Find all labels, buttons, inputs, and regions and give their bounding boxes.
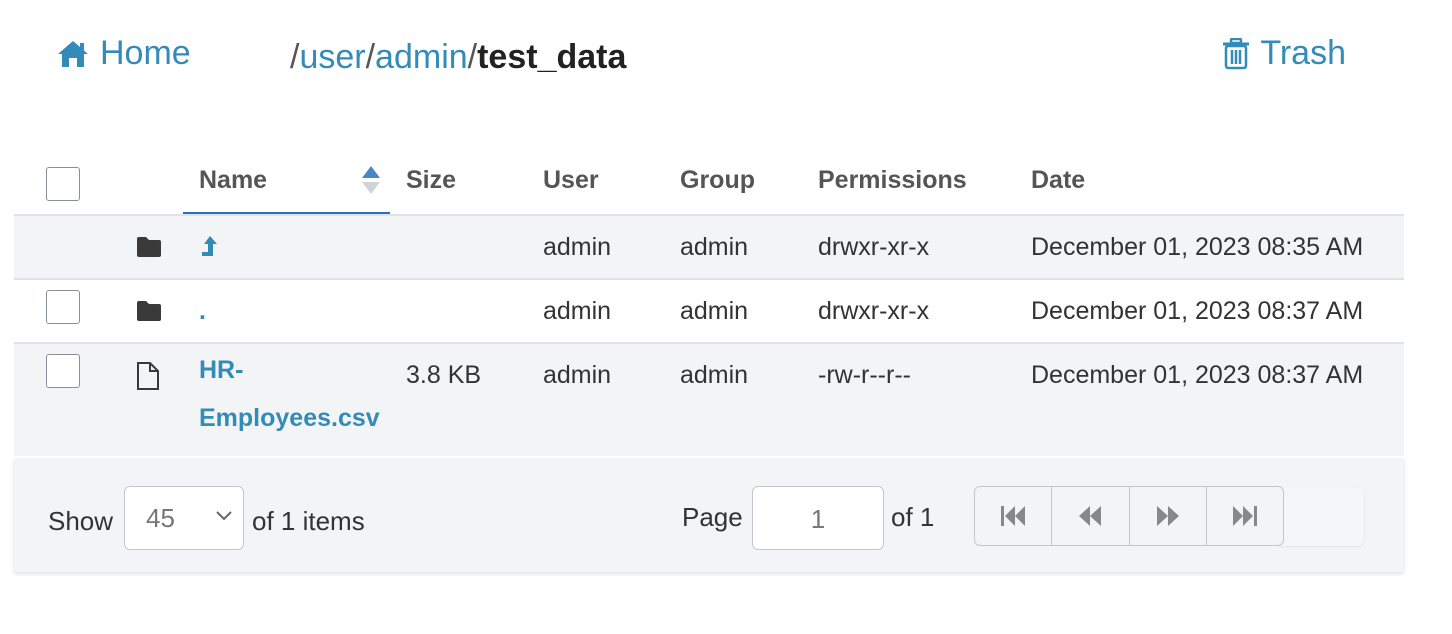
prev-page-icon bbox=[1079, 506, 1102, 526]
items-count: of 1 items bbox=[252, 506, 365, 536]
row-name-link[interactable]: . bbox=[199, 287, 206, 335]
parent-dir-icon[interactable] bbox=[200, 234, 218, 260]
trash-label: Trash bbox=[1260, 34, 1346, 72]
row-checkbox[interactable] bbox=[46, 354, 80, 388]
last-page-button[interactable] bbox=[1207, 487, 1283, 545]
chevron-down-icon bbox=[216, 511, 232, 521]
prev-page-button[interactable] bbox=[1052, 487, 1130, 545]
show-label: Show bbox=[48, 506, 114, 536]
row-checkbox[interactable] bbox=[46, 290, 80, 324]
column-header-group[interactable]: Group bbox=[680, 166, 755, 195]
pager-extension bbox=[1280, 488, 1364, 546]
last-page-icon bbox=[1232, 506, 1257, 526]
column-header-size[interactable]: Size bbox=[406, 166, 456, 195]
page-size-select[interactable]: 45 bbox=[124, 486, 244, 550]
row-group: admin bbox=[680, 233, 749, 261]
breadcrumb-admin[interactable]: admin bbox=[375, 38, 468, 77]
select-all-checkbox[interactable] bbox=[46, 167, 80, 201]
breadcrumb-separator: / bbox=[290, 38, 300, 76]
table-row[interactable]: admin admin drwxr-xr-x December 01, 2023… bbox=[14, 216, 1404, 280]
column-name-label: Name bbox=[199, 166, 268, 194]
column-header-permissions[interactable]: Permissions bbox=[818, 166, 967, 195]
breadcrumb-separator: / bbox=[365, 38, 376, 76]
table-row[interactable]: HR- Employees.csv 3.8 KB admin admin -rw… bbox=[14, 344, 1404, 456]
column-header-date[interactable]: Date bbox=[1031, 166, 1085, 195]
breadcrumb: / user / admin / test_data bbox=[290, 38, 626, 77]
row-user: admin bbox=[543, 233, 612, 261]
folder-icon bbox=[137, 301, 161, 321]
row-user: admin bbox=[543, 297, 612, 325]
next-page-button[interactable] bbox=[1130, 487, 1207, 545]
row-name-line1: HR- bbox=[199, 356, 244, 384]
pagination-footer: Show 45 of 1 items Page 1 of 1 bbox=[14, 458, 1404, 572]
page-total: of 1 bbox=[891, 502, 935, 532]
column-header-user[interactable]: User bbox=[543, 166, 599, 195]
trash-link[interactable]: Trash bbox=[1222, 34, 1346, 73]
row-group: admin bbox=[680, 297, 749, 325]
breadcrumb-current: test_data bbox=[477, 38, 627, 76]
top-bar: Home / user / admin / test_data Trash bbox=[0, 0, 1452, 110]
first-page-button[interactable] bbox=[975, 487, 1053, 545]
row-name-link[interactable]: HR- Employees.csv bbox=[199, 346, 380, 442]
file-table: Name Size User Group Permissions Date ad… bbox=[14, 150, 1404, 456]
next-page-icon bbox=[1156, 506, 1179, 526]
row-date: December 01, 2023 08:37 AM bbox=[1031, 297, 1364, 325]
table-header: Name Size User Group Permissions Date bbox=[14, 150, 1404, 216]
row-date: December 01, 2023 08:37 AM bbox=[1031, 361, 1364, 389]
column-header-name[interactable]: Name bbox=[183, 164, 390, 214]
sort-icon bbox=[362, 166, 380, 194]
first-page-icon bbox=[1001, 506, 1026, 526]
page-number-input[interactable]: 1 bbox=[752, 486, 884, 550]
table-row[interactable]: . admin admin drwxr-xr-x December 01, 20… bbox=[14, 280, 1404, 344]
row-permissions: drwxr-xr-x bbox=[818, 233, 930, 261]
breadcrumb-separator: / bbox=[467, 38, 478, 76]
home-link[interactable]: Home bbox=[56, 34, 191, 73]
file-icon bbox=[137, 362, 159, 390]
row-group: admin bbox=[680, 361, 749, 389]
row-size: 3.8 KB bbox=[406, 361, 482, 389]
folder-icon bbox=[137, 237, 161, 257]
row-permissions: drwxr-xr-x bbox=[818, 297, 930, 325]
breadcrumb-user[interactable]: user bbox=[299, 38, 365, 77]
trash-icon bbox=[1223, 37, 1250, 69]
row-name-line2: Employees.csv bbox=[199, 404, 380, 432]
row-date: December 01, 2023 08:35 AM bbox=[1031, 233, 1364, 261]
page-label: Page bbox=[682, 502, 743, 532]
home-icon bbox=[58, 40, 88, 67]
row-user: admin bbox=[543, 361, 612, 389]
pager-buttons bbox=[974, 486, 1284, 546]
home-label: Home bbox=[100, 34, 191, 72]
page-size-value: 45 bbox=[146, 503, 175, 533]
row-permissions: -rw-r--r-- bbox=[818, 361, 911, 389]
